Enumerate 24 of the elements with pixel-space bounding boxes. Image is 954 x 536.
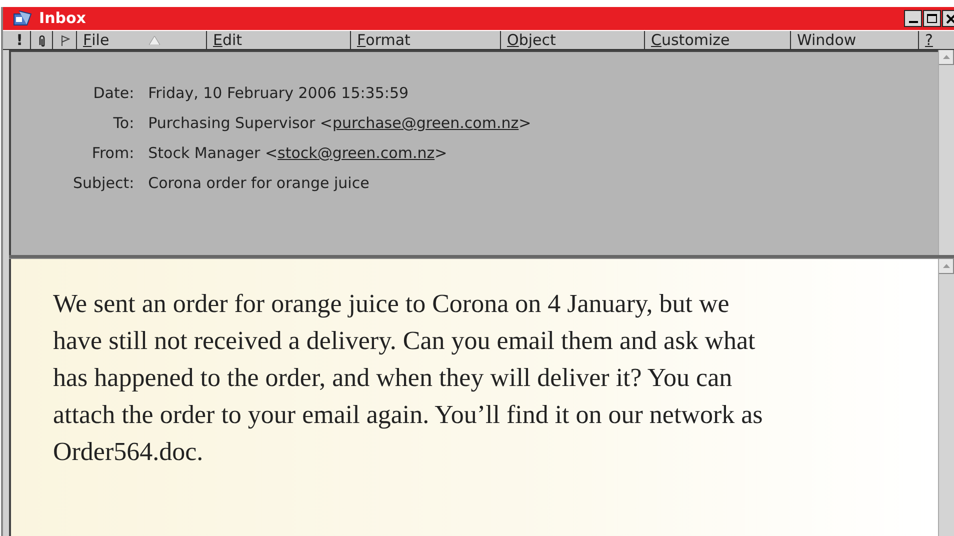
field-label: Subject: [73,173,134,194]
up-arrow-icon [942,264,950,268]
paperclip-icon [38,34,46,46]
email-link[interactable]: stock@green.com.nz [278,144,435,162]
field-label: From: [90,143,134,164]
app-icon [13,10,33,27]
field-value: Purchasing Supervisor <purchase@green.com.nz> [148,113,532,134]
minimize-button[interactable] [904,10,922,27]
up-arrow-icon [942,55,950,59]
scroll-up-button[interactable] [939,259,954,274]
scroll-up-button[interactable] [939,50,954,65]
maximize-icon [927,14,937,23]
minimize-icon [908,21,918,23]
flag-icon [60,34,70,46]
close-icon [946,14,954,24]
window-title: Inbox [39,8,86,30]
field-value: Corona order for orange juice [148,173,370,194]
field-label: Date: [92,83,134,104]
field-value: Stock Manager <stock@green.com.nz> [148,143,448,164]
message-body: We sent an order for orange juice to Corona on 4 January, but we have still not received a delivery. Can you email them and ask what has happened to the order, and when they will deliver it? You can attach the order to your email again. You’ll find it on our network as Order564.doc. [53,288,764,468]
email-link[interactable]: purchase@green.com.nz [332,114,519,132]
field-value: Friday, 10 February 2006 15:35:59 [148,83,410,104]
field-label: To: [112,113,134,134]
maximize-button[interactable] [923,10,941,27]
